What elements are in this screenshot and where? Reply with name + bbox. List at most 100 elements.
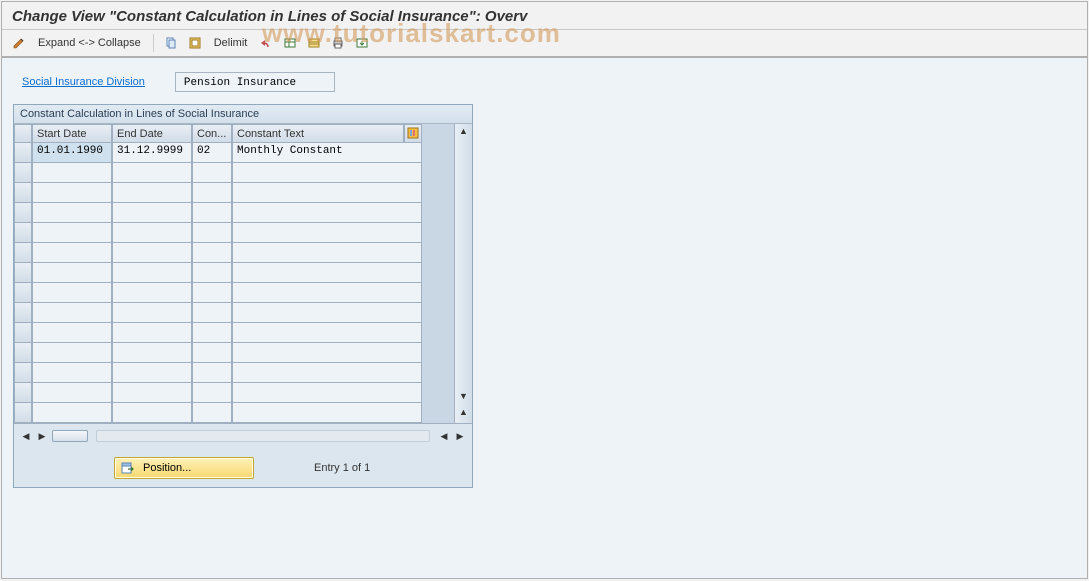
social-insurance-division-label[interactable]: Social Insurance Division — [18, 76, 145, 88]
cell-constant-text[interactable] — [232, 403, 422, 423]
table-row[interactable] — [14, 403, 454, 423]
table-row[interactable] — [14, 243, 454, 263]
cell-constant-text[interactable] — [232, 323, 422, 343]
position-button[interactable]: Position... — [114, 457, 254, 479]
cell-constant-text[interactable] — [232, 263, 422, 283]
cell-end-date[interactable] — [112, 383, 192, 403]
cell-end-date[interactable] — [112, 303, 192, 323]
cell-constant-text[interactable]: Monthly Constant — [232, 143, 422, 163]
row-selector[interactable] — [14, 363, 32, 383]
cell-constant-text[interactable] — [232, 303, 422, 323]
toggle-change-icon[interactable] — [10, 34, 28, 52]
cell-end-date[interactable] — [112, 323, 192, 343]
row-selector[interactable] — [14, 263, 32, 283]
grid-header-end-date[interactable]: End Date — [112, 124, 192, 143]
cell-start-date[interactable] — [32, 403, 112, 423]
cell-start-date[interactable]: 01.01.1990 — [32, 143, 112, 163]
row-selector[interactable] — [14, 163, 32, 183]
scroll-up2-icon[interactable]: ▲ — [459, 407, 468, 421]
row-selector[interactable] — [14, 403, 32, 423]
cell-end-date[interactable] — [112, 223, 192, 243]
cell-start-date[interactable] — [32, 343, 112, 363]
cell-constant-text[interactable] — [232, 383, 422, 403]
cell-con[interactable] — [192, 323, 232, 343]
scroll-track[interactable] — [96, 430, 430, 442]
table-row[interactable] — [14, 303, 454, 323]
delimit-button[interactable]: Delimit — [210, 35, 252, 51]
table-row[interactable] — [14, 283, 454, 303]
table-row[interactable] — [14, 203, 454, 223]
row-selector[interactable] — [14, 323, 32, 343]
cell-start-date[interactable] — [32, 163, 112, 183]
row-selector[interactable] — [14, 303, 32, 323]
cell-con[interactable] — [192, 343, 232, 363]
cell-con[interactable] — [192, 263, 232, 283]
cell-con[interactable] — [192, 163, 232, 183]
cell-start-date[interactable] — [32, 283, 112, 303]
cell-con[interactable] — [192, 383, 232, 403]
cell-end-date[interactable] — [112, 163, 192, 183]
cell-end-date[interactable] — [112, 343, 192, 363]
cell-constant-text[interactable] — [232, 163, 422, 183]
scroll-left2-icon[interactable]: ◀ — [438, 429, 450, 443]
row-selector[interactable] — [14, 203, 32, 223]
cell-start-date[interactable] — [32, 383, 112, 403]
cell-constant-text[interactable] — [232, 283, 422, 303]
row-selector[interactable] — [14, 343, 32, 363]
grid-header-start-date[interactable]: Start Date — [32, 124, 112, 143]
scroll-right2-icon[interactable]: ▶ — [454, 429, 466, 443]
select-all-icon[interactable] — [186, 34, 204, 52]
grid-config-icon[interactable] — [404, 124, 422, 143]
scroll-down-icon[interactable]: ▼ — [459, 391, 468, 405]
cell-con[interactable] — [192, 283, 232, 303]
table-row[interactable] — [14, 163, 454, 183]
table-view-icon[interactable] — [305, 34, 323, 52]
cell-start-date[interactable] — [32, 363, 112, 383]
row-selector[interactable] — [14, 223, 32, 243]
cell-end-date[interactable] — [112, 203, 192, 223]
cell-con[interactable]: 02 — [192, 143, 232, 163]
table-row[interactable] — [14, 363, 454, 383]
row-selector[interactable] — [14, 243, 32, 263]
export-icon[interactable] — [353, 34, 371, 52]
row-selector[interactable] — [14, 183, 32, 203]
cell-end-date[interactable] — [112, 403, 192, 423]
table-row[interactable] — [14, 343, 454, 363]
cell-start-date[interactable] — [32, 243, 112, 263]
cell-con[interactable] — [192, 303, 232, 323]
table-row[interactable]: 01.01.199031.12.999902Monthly Constant — [14, 143, 454, 163]
cell-constant-text[interactable] — [232, 223, 422, 243]
grid-header-constant-text[interactable]: Constant Text — [232, 124, 404, 143]
cell-end-date[interactable] — [112, 183, 192, 203]
cell-constant-text[interactable] — [232, 343, 422, 363]
cell-con[interactable] — [192, 243, 232, 263]
scroll-handle[interactable] — [52, 430, 88, 442]
cell-end-date[interactable] — [112, 363, 192, 383]
scroll-left-icon[interactable]: ◀ — [20, 429, 32, 443]
grid-header-con[interactable]: Con... — [192, 124, 232, 143]
cell-constant-text[interactable] — [232, 203, 422, 223]
cell-constant-text[interactable] — [232, 243, 422, 263]
cell-start-date[interactable] — [32, 203, 112, 223]
print-icon[interactable] — [329, 34, 347, 52]
cell-start-date[interactable] — [32, 303, 112, 323]
cell-end-date[interactable] — [112, 243, 192, 263]
table-row[interactable] — [14, 223, 454, 243]
vertical-scrollbar[interactable]: ▲ ▼ ▲ — [454, 124, 472, 423]
table-row[interactable] — [14, 263, 454, 283]
cell-start-date[interactable] — [32, 263, 112, 283]
cell-con[interactable] — [192, 183, 232, 203]
cell-constant-text[interactable] — [232, 363, 422, 383]
row-selector[interactable] — [14, 283, 32, 303]
cell-start-date[interactable] — [32, 183, 112, 203]
expand-collapse-button[interactable]: Expand <-> Collapse — [34, 35, 145, 51]
undo-icon[interactable] — [257, 34, 275, 52]
copy-icon[interactable] — [162, 34, 180, 52]
scroll-right-icon[interactable]: ▶ — [36, 429, 48, 443]
table-row[interactable] — [14, 323, 454, 343]
table-row[interactable] — [14, 383, 454, 403]
cell-start-date[interactable] — [32, 323, 112, 343]
row-selector[interactable] — [14, 383, 32, 403]
cell-con[interactable] — [192, 403, 232, 423]
cell-end-date[interactable] — [112, 263, 192, 283]
